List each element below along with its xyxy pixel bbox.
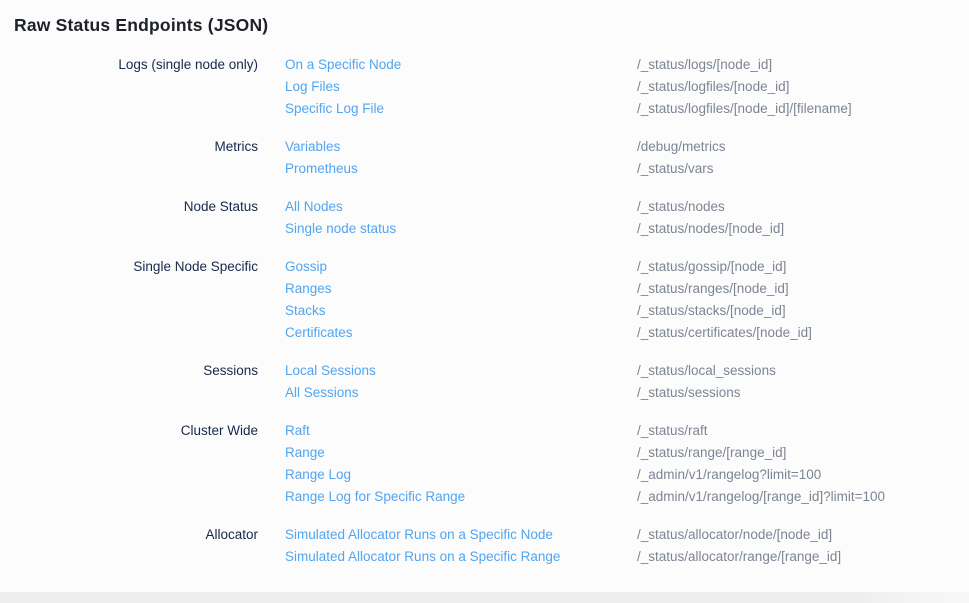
endpoint-path: /_status/allocator/range/[range_id] <box>637 546 969 568</box>
group-paths: /_status/gossip/[node_id]/_status/ranges… <box>637 256 969 344</box>
endpoint-group: Sessions Local SessionsAll Sessions /_st… <box>0 360 969 404</box>
group-label: Cluster Wide <box>0 420 258 442</box>
group-label: Metrics <box>0 136 258 158</box>
endpoint-path: /_status/logfiles/[node_id] <box>637 76 969 98</box>
endpoint-path: /debug/metrics <box>637 136 969 158</box>
endpoint-group: Cluster Wide RaftRangeRange LogRange Log… <box>0 420 969 508</box>
endpoint-link[interactable]: Range <box>285 442 637 464</box>
endpoint-group: Single Node Specific GossipRangesStacksC… <box>0 256 969 344</box>
group-paths: /debug/metrics/_status/vars <box>637 136 969 180</box>
endpoint-link[interactable]: Single node status <box>285 218 637 240</box>
endpoint-path: /_status/allocator/node/[node_id] <box>637 524 969 546</box>
group-paths: /_status/allocator/node/[node_id]/_statu… <box>637 524 969 568</box>
group-label: Node Status <box>0 196 258 218</box>
endpoint-path: /_status/logs/[node_id] <box>637 54 969 76</box>
group-links: All NodesSingle node status <box>285 196 637 240</box>
endpoint-path: /_status/ranges/[node_id] <box>637 278 969 300</box>
endpoint-group: Allocator Simulated Allocator Runs on a … <box>0 524 969 568</box>
endpoint-link[interactable]: Log Files <box>285 76 637 98</box>
endpoint-link[interactable]: Ranges <box>285 278 637 300</box>
group-paths: /_status/logs/[node_id]/_status/logfiles… <box>637 54 969 120</box>
endpoint-path: /_status/local_sessions <box>637 360 969 382</box>
endpoint-path: /_admin/v1/rangelog?limit=100 <box>637 464 969 486</box>
endpoint-group: Metrics VariablesPrometheus /debug/metri… <box>0 136 969 180</box>
endpoint-link[interactable]: All Sessions <box>285 382 637 404</box>
endpoint-link[interactable]: Range Log <box>285 464 637 486</box>
endpoint-link[interactable]: All Nodes <box>285 196 637 218</box>
group-label: Single Node Specific <box>0 256 258 278</box>
group-links: GossipRangesStacksCertificates <box>285 256 637 344</box>
group-paths: /_status/raft/_status/range/[range_id]/_… <box>637 420 969 508</box>
endpoint-link[interactable]: Simulated Allocator Runs on a Specific R… <box>285 546 637 568</box>
endpoints-list: Logs (single node only) On a Specific No… <box>0 54 969 568</box>
group-links: Simulated Allocator Runs on a Specific N… <box>285 524 637 568</box>
group-paths: /_status/nodes/_status/nodes/[node_id] <box>637 196 969 240</box>
endpoint-path: /_status/stacks/[node_id] <box>637 300 969 322</box>
page-title: Raw Status Endpoints (JSON) <box>0 0 969 38</box>
endpoint-link[interactable]: Variables <box>285 136 637 158</box>
group-label: Logs (single node only) <box>0 54 258 76</box>
endpoint-link[interactable]: Gossip <box>285 256 637 278</box>
endpoint-link[interactable]: Simulated Allocator Runs on a Specific N… <box>285 524 637 546</box>
endpoint-path: /_status/nodes/[node_id] <box>637 218 969 240</box>
endpoint-path: /_status/nodes <box>637 196 969 218</box>
group-links: RaftRangeRange LogRange Log for Specific… <box>285 420 637 508</box>
group-links: On a Specific NodeLog FilesSpecific Log … <box>285 54 637 120</box>
group-paths: /_status/local_sessions/_status/sessions <box>637 360 969 404</box>
endpoint-link[interactable]: Local Sessions <box>285 360 637 382</box>
endpoint-link[interactable]: Raft <box>285 420 637 442</box>
group-label: Sessions <box>0 360 258 382</box>
endpoint-group: Node Status All NodesSingle node status … <box>0 196 969 240</box>
endpoint-link[interactable]: On a Specific Node <box>285 54 637 76</box>
endpoint-path: /_status/gossip/[node_id] <box>637 256 969 278</box>
endpoint-link[interactable]: Stacks <box>285 300 637 322</box>
endpoint-path: /_admin/v1/rangelog/[range_id]?limit=100 <box>637 486 969 508</box>
endpoint-link[interactable]: Specific Log File <box>285 98 637 120</box>
endpoint-path: /_status/vars <box>637 158 969 180</box>
group-links: Local SessionsAll Sessions <box>285 360 637 404</box>
group-label: Allocator <box>0 524 258 546</box>
endpoint-path: /_status/logfiles/[node_id]/[filename] <box>637 98 969 120</box>
group-links: VariablesPrometheus <box>285 136 637 180</box>
endpoint-group: Logs (single node only) On a Specific No… <box>0 54 969 120</box>
endpoint-path: /_status/sessions <box>637 382 969 404</box>
endpoint-path: /_status/raft <box>637 420 969 442</box>
endpoint-link[interactable]: Certificates <box>285 322 637 344</box>
endpoint-path: /_status/certificates/[node_id] <box>637 322 969 344</box>
bottom-divider <box>0 592 969 603</box>
endpoint-link[interactable]: Prometheus <box>285 158 637 180</box>
endpoint-link[interactable]: Range Log for Specific Range <box>285 486 637 508</box>
endpoint-path: /_status/range/[range_id] <box>637 442 969 464</box>
